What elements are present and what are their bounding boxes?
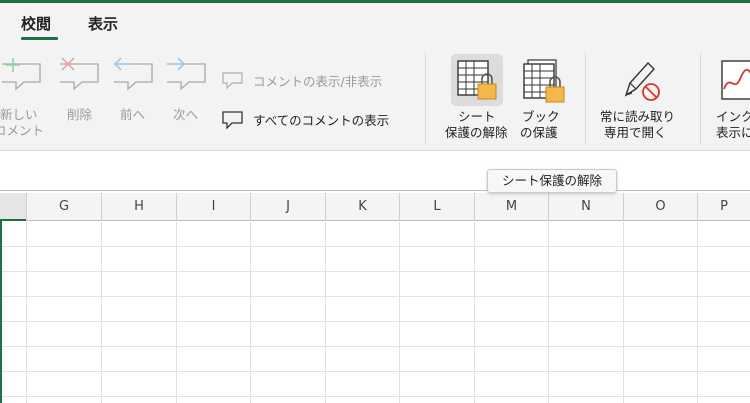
column-line (474, 222, 475, 403)
cell-grid[interactable] (0, 222, 750, 403)
ribbon: 校閲 表示 新しい コメント 削除 前へ 次へ コメントの表示/非表示 すべての… (0, 3, 750, 151)
column-header-j[interactable]: J (250, 193, 325, 221)
ink-label-2: 表示に (716, 125, 750, 140)
column-header-h[interactable]: H (101, 193, 176, 221)
show-hide-comment-label: コメントの表示/非表示 (253, 74, 383, 89)
column-line (399, 222, 400, 403)
ink-label-1: インク (716, 109, 750, 124)
column-line (623, 222, 624, 403)
workbook-lock-icon (523, 59, 565, 103)
new-comment-button[interactable]: 新しい コメント (0, 51, 50, 143)
read-only-label-1: 常に読み取り (600, 109, 676, 124)
ink-button[interactable]: インク 表示に (710, 51, 750, 143)
tab-view[interactable]: 表示 (88, 13, 118, 34)
row-line (0, 246, 750, 247)
comments-icon (222, 111, 243, 130)
previous-label: 前へ (120, 107, 146, 122)
previous-arrow-icon (113, 57, 153, 91)
column-header-p[interactable]: P (697, 193, 750, 221)
column-header-row: G H I J K L M N O P (0, 193, 750, 221)
column-line (101, 222, 102, 403)
row-line (0, 346, 750, 347)
active-tab-indicator (21, 37, 58, 40)
protect-workbook-label-1: ブック (522, 109, 560, 124)
row-line (0, 371, 750, 372)
column-header-k[interactable]: K (325, 193, 399, 221)
new-comment-icon (2, 58, 41, 91)
column-header-m[interactable]: M (474, 193, 548, 221)
unprotect-sheet-tooltip: シート保護の解除 (487, 169, 617, 193)
unprotect-sheet-label-2: 保護の解除 (445, 125, 508, 140)
sheet-lock-icon (457, 60, 497, 100)
show-all-comments-label: すべてのコメントの表示 (253, 113, 390, 128)
delete-comment-icon (60, 57, 99, 91)
next-comment-button[interactable]: 次へ (163, 51, 211, 143)
next-arrow-icon (167, 57, 206, 91)
delete-comment-button[interactable]: 削除 (56, 51, 104, 143)
column-header-i[interactable]: I (176, 193, 250, 221)
next-label: 次へ (173, 107, 199, 122)
column-header-g[interactable]: G (26, 193, 101, 221)
selection-indicator (0, 221, 2, 403)
column-line (26, 222, 27, 403)
new-comment-label-1: 新しい (0, 107, 38, 122)
column-line (250, 222, 251, 403)
show-hide-comment-button[interactable]: コメントの表示/非表示 (220, 69, 405, 91)
ink-icon (721, 60, 750, 100)
ribbon-separator (425, 53, 426, 145)
column-line (325, 222, 326, 403)
read-only-pen-icon (624, 61, 660, 101)
read-only-label-2: 専用で開く (604, 125, 667, 140)
tab-review[interactable]: 校閲 (21, 13, 51, 34)
delete-label: 削除 (67, 107, 93, 122)
row-line (0, 321, 750, 322)
show-all-comments-button[interactable]: すべてのコメントの表示 (220, 108, 410, 130)
column-line (176, 222, 177, 403)
protect-workbook-button[interactable]: ブック の保護 (516, 51, 572, 143)
unprotect-sheet-button[interactable]: シート 保護の解除 (440, 51, 516, 143)
comment-icon (222, 72, 243, 89)
row-line (0, 396, 750, 397)
ribbon-separator (585, 53, 586, 145)
formula-bar-area (0, 152, 750, 191)
column-line (697, 222, 698, 403)
column-header-o[interactable]: O (623, 193, 697, 221)
column-header-n[interactable]: N (548, 193, 623, 221)
always-open-read-only-button[interactable]: 常に読み取り 専用で開く (596, 51, 686, 143)
unprotect-sheet-label-1: シート (458, 109, 496, 124)
previous-comment-button[interactable]: 前へ (110, 51, 158, 143)
protect-workbook-label-2: の保護 (520, 125, 558, 140)
row-line (0, 271, 750, 272)
column-line (548, 222, 549, 403)
ribbon-separator (700, 53, 701, 145)
new-comment-label-2: コメント (0, 123, 45, 138)
selected-column-header (0, 193, 26, 221)
column-header-l[interactable]: L (399, 193, 474, 221)
row-line (0, 296, 750, 297)
